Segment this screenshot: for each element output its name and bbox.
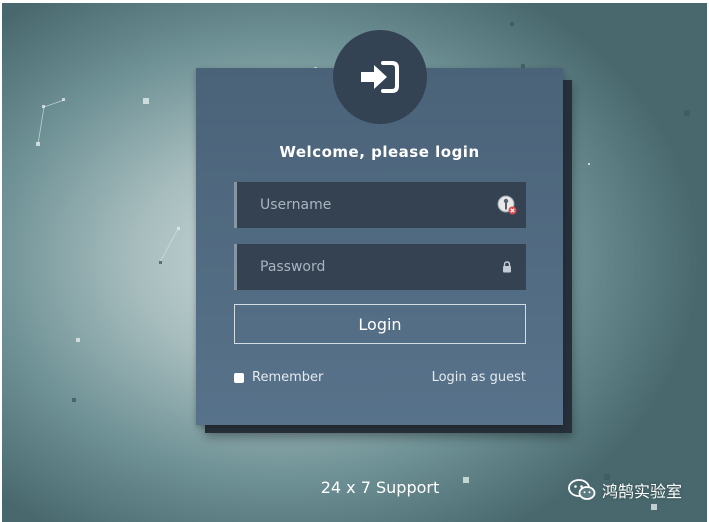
watermark: 鸿鹄实验室 xyxy=(568,478,682,502)
username-input[interactable] xyxy=(237,182,526,228)
password-field xyxy=(234,244,526,290)
star-dot xyxy=(684,110,690,116)
password-input[interactable] xyxy=(237,244,526,290)
sign-in-icon xyxy=(361,61,399,93)
login-heading: Welcome, please login xyxy=(279,143,480,161)
star-dot xyxy=(62,98,65,101)
guest-login-link[interactable]: Login as guest xyxy=(432,370,526,385)
lock-icon xyxy=(502,261,512,273)
username-field xyxy=(234,182,526,228)
star-dot xyxy=(72,398,76,402)
star-dot xyxy=(159,261,162,264)
star-dot xyxy=(42,105,45,108)
star-dot xyxy=(651,504,657,510)
star-dot xyxy=(76,338,80,342)
key-icon[interactable] xyxy=(496,194,518,216)
remember-checkbox[interactable] xyxy=(234,372,244,383)
star-dot xyxy=(143,98,149,104)
wechat-icon xyxy=(568,479,596,500)
star-dot xyxy=(510,22,514,26)
watermark-text: 鸿鹄实验室 xyxy=(602,482,683,501)
star-dot xyxy=(588,163,590,165)
login-badge xyxy=(333,30,427,124)
star-dot xyxy=(177,227,180,230)
remember-label: Remember xyxy=(252,370,324,385)
star-dot xyxy=(36,142,40,146)
remember-me[interactable]: Remember xyxy=(234,370,323,385)
login-button[interactable]: Login xyxy=(234,304,526,344)
star-dot xyxy=(463,477,469,483)
support-text: 24 x 7 Support xyxy=(320,478,440,497)
